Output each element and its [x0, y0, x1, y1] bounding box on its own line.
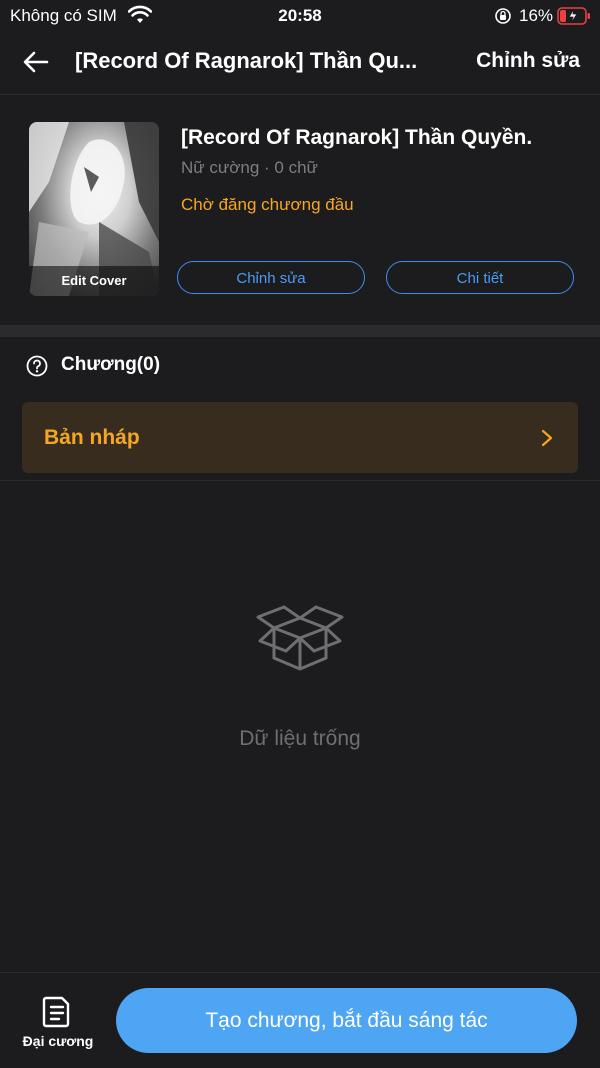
empty-state-text: Dữ liệu trống: [239, 727, 361, 750]
draft-row[interactable]: Bản nháp: [22, 402, 578, 473]
divider-line: [0, 480, 600, 481]
chapters-count-label: Chương(0): [61, 354, 161, 375]
page-title: [Record Of Ragnarok] Thần Qu...: [75, 48, 418, 73]
outline-label: Đại cương: [22, 1033, 94, 1049]
draft-label: Bản nháp: [44, 426, 140, 449]
book-cover[interactable]: Edit Cover: [29, 122, 159, 296]
battery-icon: [557, 7, 590, 25]
nav-bar: [Record Of Ragnarok] Thần Qu... Chỉnh sử…: [0, 32, 600, 95]
battery-percent: 16%: [519, 6, 554, 25]
edit-book-button[interactable]: Chỉnh sửa: [177, 261, 365, 294]
orientation-lock-icon: [495, 8, 511, 24]
book-meta: Nữ cường · 0 chữ: [181, 158, 318, 177]
book-detail-button[interactable]: Chi tiết: [386, 261, 574, 294]
document-icon: [42, 996, 70, 1028]
edit-cover-label: Edit Cover: [29, 266, 159, 296]
nav-edit-button[interactable]: Chỉnh sửa: [476, 49, 580, 73]
outline-button[interactable]: Đại cương: [18, 991, 98, 1053]
section-divider: [0, 325, 600, 337]
create-chapter-button[interactable]: Tạo chương, bắt đầu sáng tác: [116, 988, 577, 1053]
bottom-bar: Đại cương Tạo chương, bắt đầu sáng tác: [0, 972, 600, 1068]
book-status: Chờ đăng chương đầu: [181, 195, 354, 214]
help-icon[interactable]: [26, 355, 48, 377]
chevron-right-icon: [541, 429, 553, 447]
back-arrow-icon[interactable]: [20, 46, 52, 78]
book-card: Edit Cover [Record Of Ragnarok] Thần Quy…: [0, 95, 600, 325]
book-title: [Record Of Ragnarok] Thần Quyền.: [181, 126, 533, 149]
empty-box-icon: [256, 605, 344, 671]
status-bar: Không có SIM 20:58 16%: [0, 0, 600, 32]
